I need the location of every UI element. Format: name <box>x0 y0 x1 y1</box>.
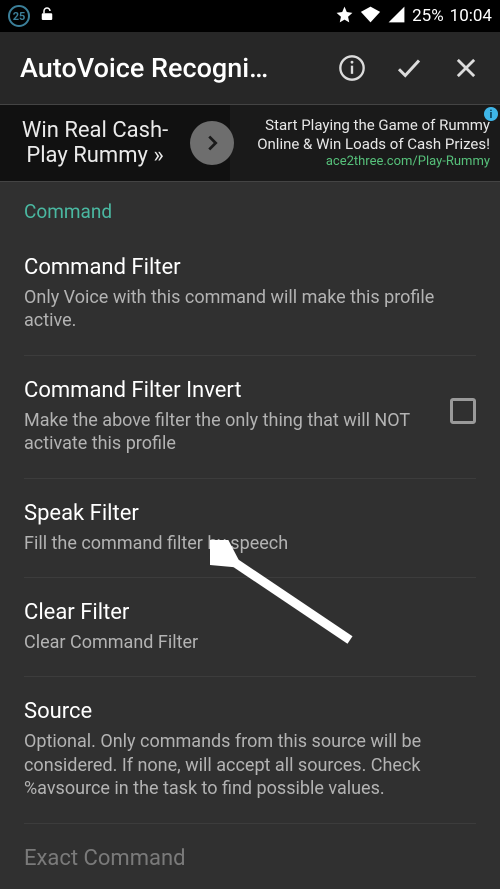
ad-right-text: Start Playing the Game of Rummy Online &… <box>244 116 490 170</box>
clock: 10:04 <box>450 8 492 25</box>
ad-info-icon[interactable]: i <box>484 107 498 121</box>
item-title: Command Filter <box>24 255 476 280</box>
item-sub: Clear Command Filter <box>24 631 476 654</box>
ad-left-line2: Play Rummy » <box>10 143 180 168</box>
star-icon <box>335 5 354 28</box>
page-title: AutoVoice Recogni… <box>20 52 330 84</box>
cell-signal-icon <box>387 5 406 28</box>
item-title: Exact Command <box>24 846 476 871</box>
item-speak-filter[interactable]: Speak Filter Fill the command filter by … <box>24 479 476 578</box>
checkbox-icon <box>450 398 476 424</box>
notification-badge: 25 <box>8 5 30 27</box>
item-title: Clear Filter <box>24 600 476 625</box>
wifi-icon <box>360 4 381 29</box>
status-left: 25 <box>8 5 56 28</box>
battery-pct: 25% <box>412 8 444 25</box>
info-button[interactable] <box>338 54 366 82</box>
item-sub: Optional. Only commands from this source… <box>24 730 476 800</box>
ad-right-line1: Start Playing the Game of Rummy <box>244 116 490 135</box>
ad-right-line2: Online & Win Loads of Cash Prizes! <box>244 135 490 154</box>
ad-arrow-icon <box>190 121 234 165</box>
ad-url: ace2three.com/Play-Rummy <box>244 154 490 170</box>
item-sub: Only Voice with this command will make t… <box>24 286 476 333</box>
ad-banner[interactable]: Win Real Cash- Play Rummy » Start Playin… <box>0 104 500 182</box>
item-clear-filter[interactable]: Clear Filter Clear Command Filter <box>24 578 476 677</box>
item-command-filter-invert[interactable]: Command Filter Invert Make the above fil… <box>24 356 476 479</box>
section-header-command: Command <box>24 182 476 233</box>
ad-left-line1: Win Real Cash- <box>10 118 180 143</box>
confirm-button[interactable] <box>394 53 424 83</box>
item-title: Speak Filter <box>24 501 476 526</box>
settings-list: Command Command Filter Only Voice with t… <box>0 182 500 889</box>
item-exact-command[interactable]: Exact Command <box>24 824 476 889</box>
ad-left-text: Win Real Cash- Play Rummy » <box>10 118 180 169</box>
item-sub: Fill the command filter by speech <box>24 532 476 555</box>
checkbox-command-filter-invert[interactable] <box>450 398 476 424</box>
item-sub: Make the above filter the only thing tha… <box>24 409 434 456</box>
item-title: Command Filter Invert <box>24 378 434 403</box>
item-command-filter[interactable]: Command Filter Only Voice with this comm… <box>24 233 476 356</box>
item-title: Source <box>24 699 476 724</box>
app-bar: AutoVoice Recogni… <box>0 32 500 104</box>
unlock-icon <box>38 5 56 28</box>
status-right: 25% 10:04 <box>335 4 492 29</box>
app-bar-actions <box>330 53 492 83</box>
close-button[interactable] <box>452 54 480 82</box>
status-bar: 25 25% 10:04 <box>0 0 500 32</box>
item-source[interactable]: Source Optional. Only commands from this… <box>24 677 476 823</box>
